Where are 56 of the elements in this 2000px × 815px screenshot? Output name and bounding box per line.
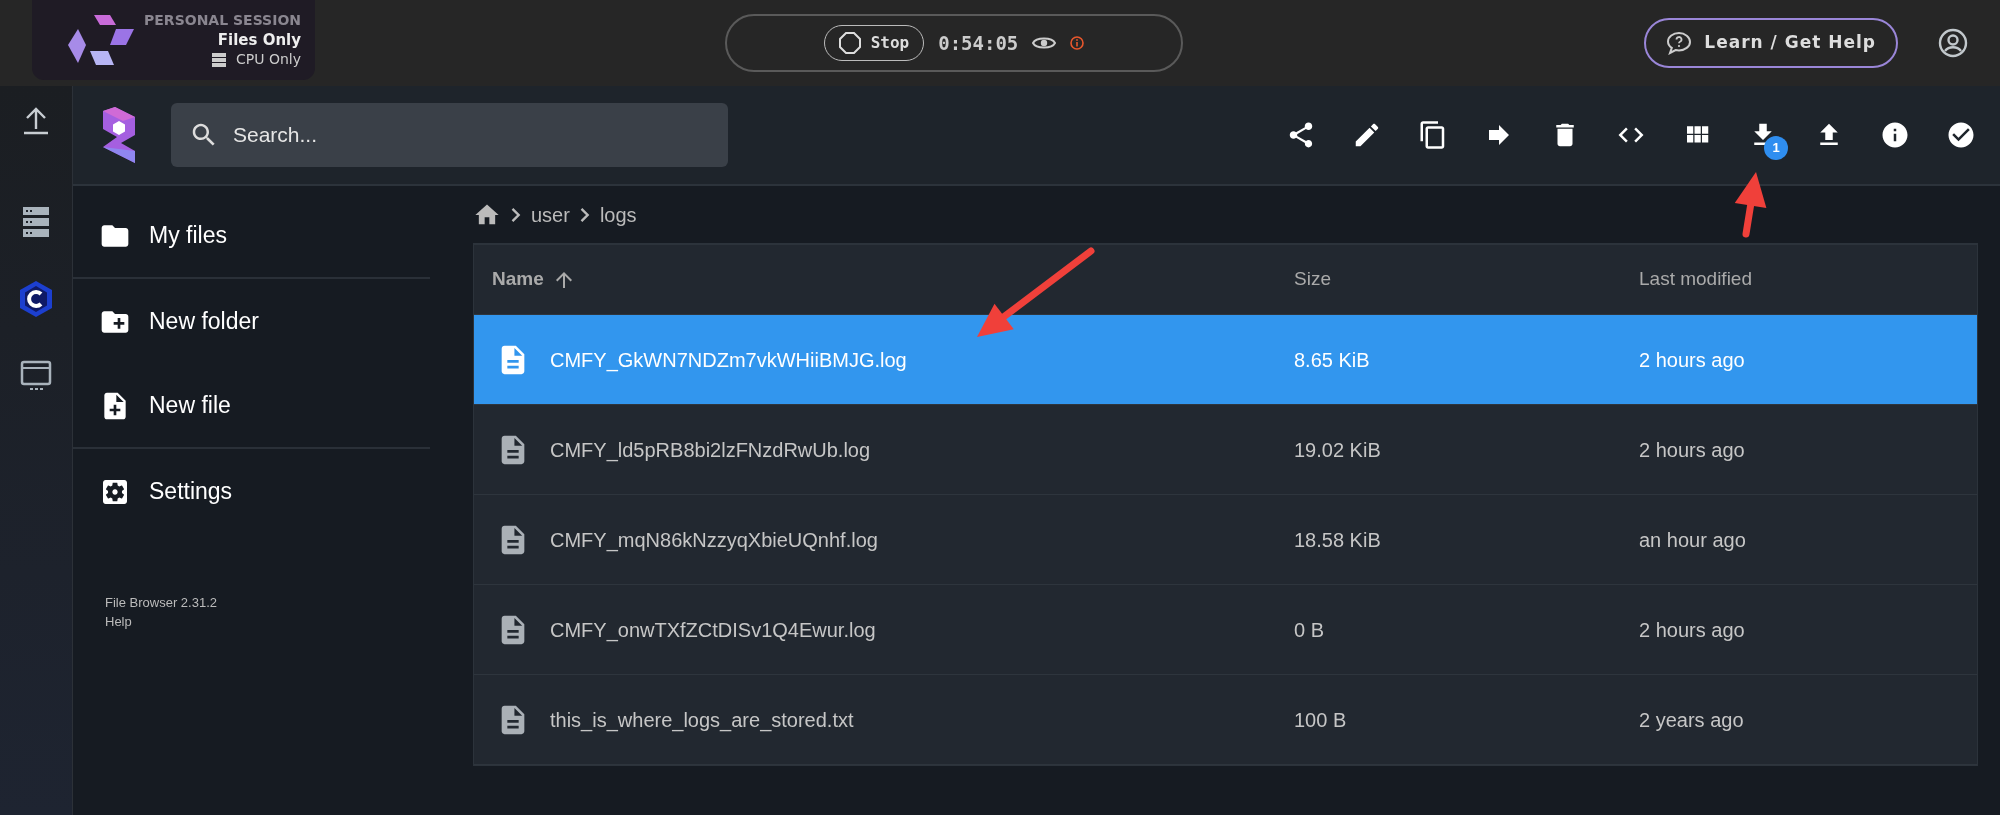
- sidebar-item[interactable]: My files: [73, 194, 430, 279]
- rail-button[interactable]: [22, 206, 50, 238]
- sidebar-item[interactable]: Settings: [73, 449, 430, 534]
- chevron-icon: [511, 207, 521, 222]
- file-name: CMFY_ld5pRB8bi2lzFNzdRwUb.log: [550, 437, 871, 464]
- rail-button[interactable]: [19, 280, 53, 318]
- session-timer: 0:54:05: [938, 30, 1019, 56]
- file-row[interactable]: CMFY_mqN86kNzzyqXbieUQnhf.log 18.58 KiB an hour ago: [474, 495, 1977, 585]
- user-icon[interactable]: [1938, 28, 1968, 58]
- resource-label: CPU Only: [236, 50, 301, 69]
- file-size: 100 B: [1294, 708, 1347, 731]
- breadcrumb-link[interactable]: user: [531, 199, 570, 230]
- file-modified: 2 years ago: [1639, 708, 1744, 731]
- file-name: this_is_where_logs_are_stored.txt: [550, 707, 854, 734]
- file-name: CMFY_GkWN7NDZm7vkWHiiBMJG.log: [550, 347, 907, 374]
- session-label: PERSONAL SESSION: [144, 11, 301, 30]
- octagon-icon: [838, 32, 861, 54]
- sidebar-item[interactable]: New folder: [73, 279, 430, 364]
- column-header[interactable]: Size: [1294, 268, 1331, 290]
- file-size: 0 B: [1294, 618, 1325, 641]
- question-bubble-icon: [1666, 31, 1693, 55]
- info-icon: [1880, 120, 1910, 150]
- rail-button[interactable]: [21, 106, 51, 136]
- file-row[interactable]: CMFY_onwTXfZCtDISv1Q4Ewur.log 0 B 2 hours ago: [474, 585, 1977, 675]
- version-label: File Browser 2.31.2: [105, 594, 218, 612]
- server-icon: [212, 52, 226, 67]
- file-modified: an hour ago: [1639, 528, 1746, 551]
- help-link[interactable]: Help: [105, 612, 430, 632]
- file-size: 18.58 KiB: [1294, 528, 1381, 551]
- file-modified: 2 hours ago: [1639, 618, 1745, 641]
- app-logo: [66, 15, 134, 65]
- eye-icon[interactable]: [1032, 35, 1057, 51]
- session-mode: Files Only: [217, 29, 301, 51]
- search-field[interactable]: Search...: [171, 103, 728, 167]
- count-badge: 1: [1764, 136, 1788, 160]
- server-icon: [22, 206, 50, 238]
- file-name: CMFY_onwTXfZCtDISv1Q4Ewur.log: [550, 617, 876, 644]
- sidebar-item[interactable]: New file: [73, 364, 430, 449]
- rail-button[interactable]: [20, 360, 52, 392]
- file-name: CMFY_mqN86kNzzyqXbieUQnhf.log: [550, 527, 878, 554]
- column-header[interactable]: Name: [492, 265, 544, 294]
- upload-icon: [21, 106, 51, 136]
- column-header[interactable]: Last modified: [1639, 268, 1752, 290]
- file-size: 19.02 KiB: [1294, 438, 1381, 461]
- file-row[interactable]: CMFY_ld5pRB8bi2lzFNzdRwUb.log 19.02 KiB 2 hours ago: [474, 405, 1977, 495]
- file-modified: 2 hours ago: [1639, 348, 1745, 371]
- file-row[interactable]: this_is_where_logs_are_stored.txt 100 B 2 years ago: [474, 675, 1977, 765]
- help-button[interactable]: Learn / Get Help: [1644, 18, 1898, 68]
- file-size: 8.65 KiB: [1294, 348, 1370, 371]
- breadcrumb-link[interactable]: logs: [599, 199, 637, 230]
- info-icon[interactable]: [1070, 36, 1085, 50]
- monitor-icon: [20, 360, 52, 392]
- app-logo: [103, 107, 135, 163]
- hexagon-c-icon: [19, 280, 53, 318]
- file-modified: 2 hours ago: [1639, 438, 1745, 461]
- chevron-icon: [579, 207, 590, 222]
